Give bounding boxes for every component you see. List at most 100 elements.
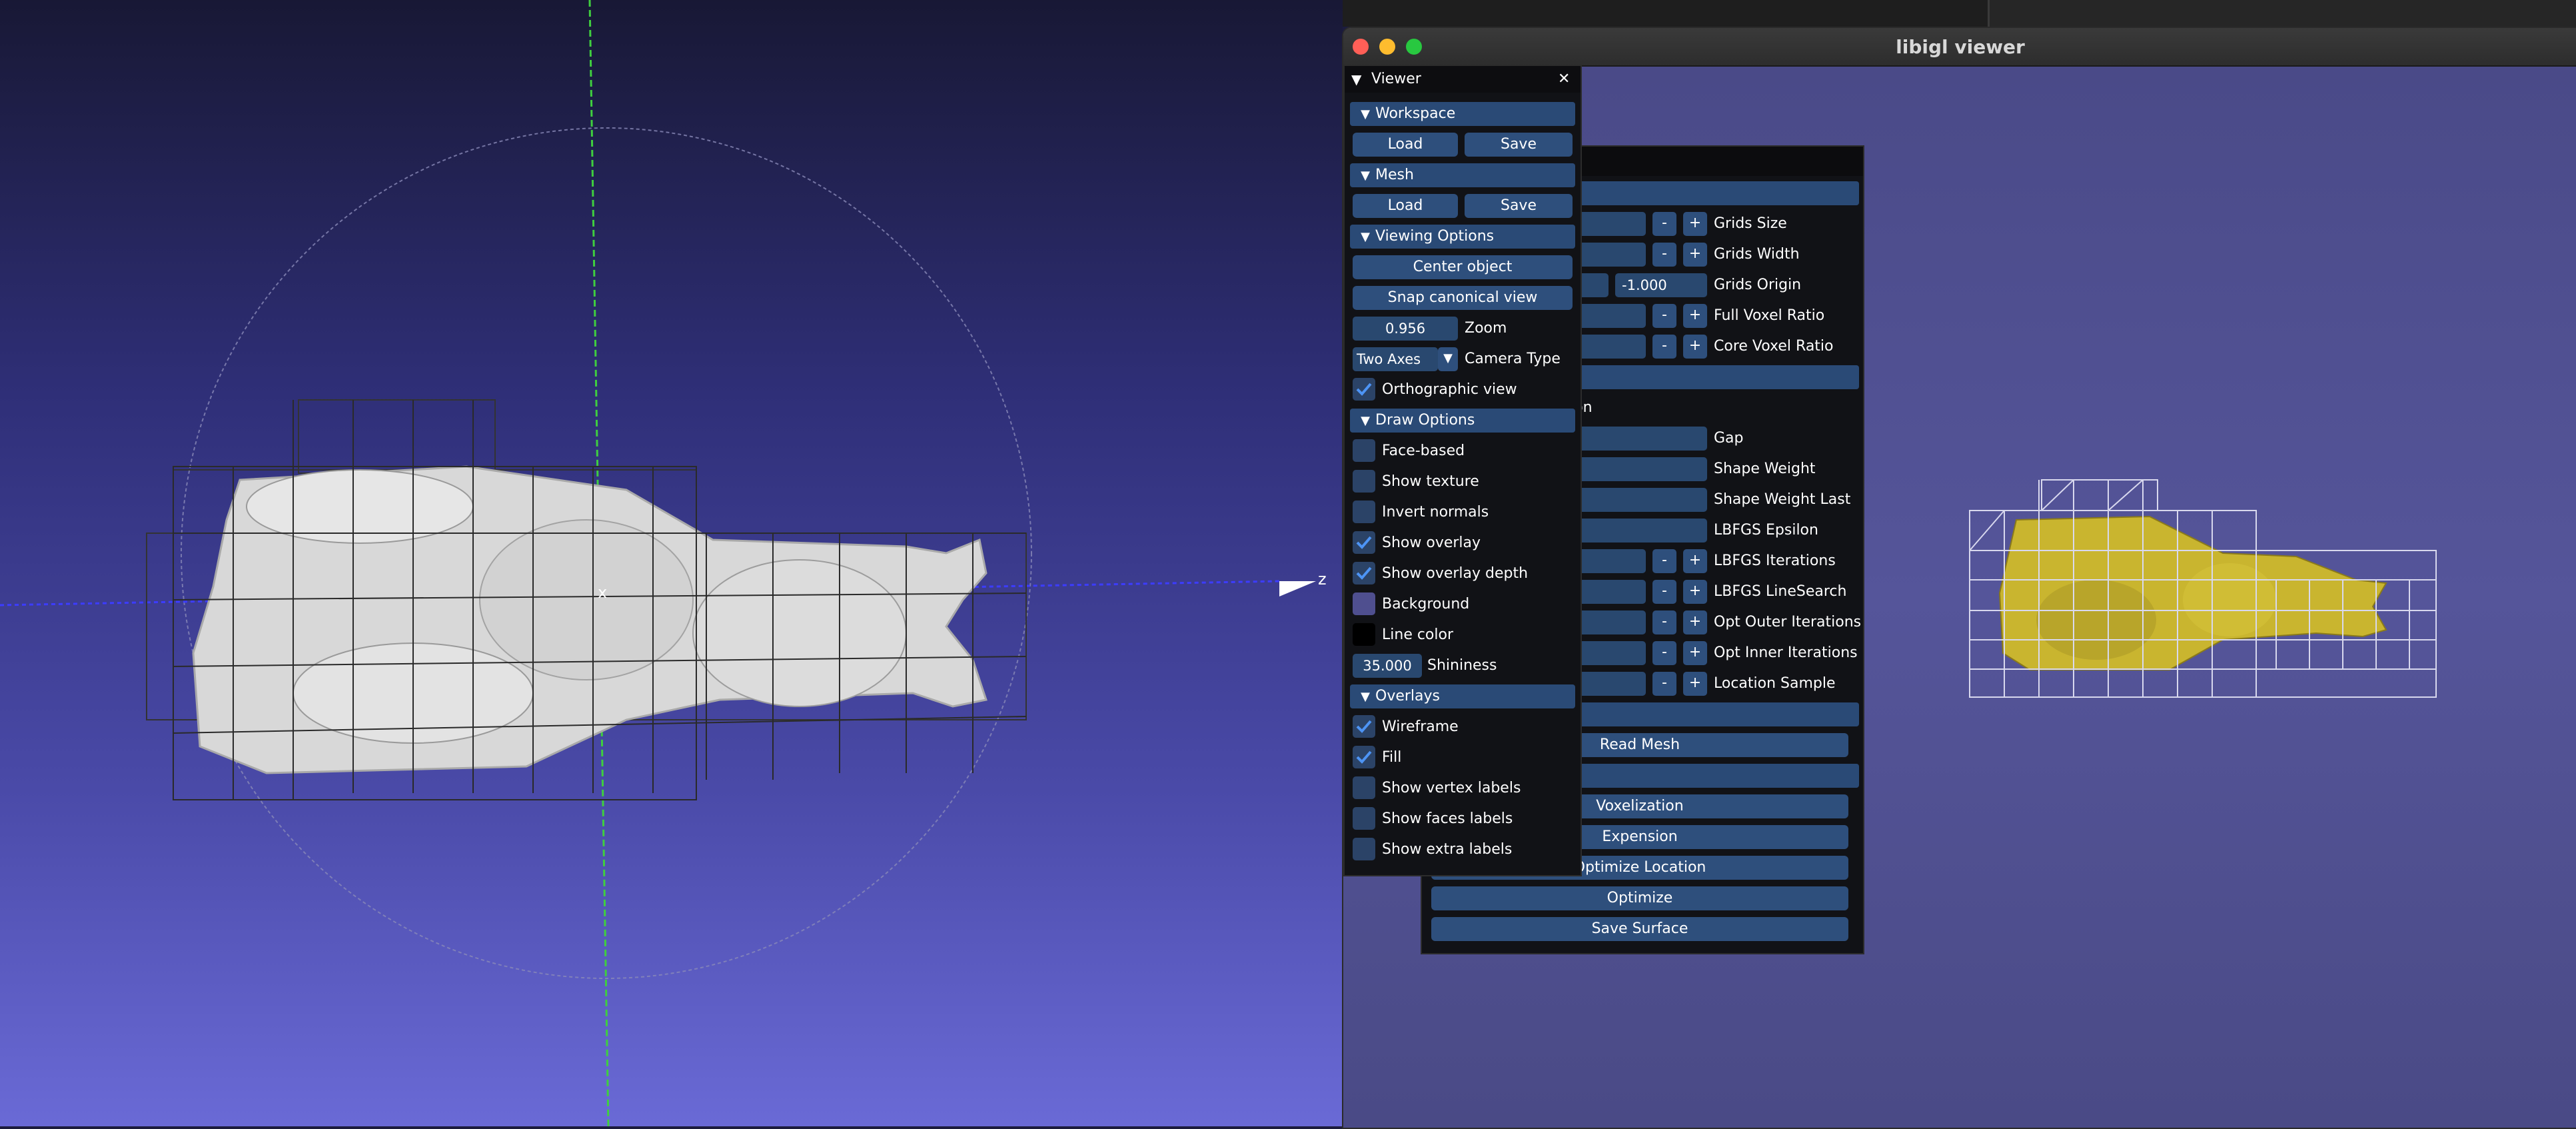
- lbfgs-iterations-label: LBFGS Iterations: [1714, 553, 1836, 569]
- orthographic-view-label: Orthographic view: [1382, 381, 1517, 398]
- face-based-label: Face-based: [1382, 443, 1465, 459]
- window-titlebar[interactable]: libigl viewer: [1343, 28, 2576, 67]
- lbfgs-iterations-minus[interactable]: -: [1652, 549, 1676, 573]
- show-vertex-labels-label: Show vertex labels: [1382, 780, 1521, 796]
- grids-origin-input[interactable]: -1.000: [1615, 273, 1707, 297]
- window-title: libigl viewer: [1896, 36, 2025, 58]
- workspace-header[interactable]: ▼ Workspace: [1350, 102, 1575, 126]
- workspace-save-button[interactable]: Save: [1465, 133, 1573, 157]
- background-window-strip: [1343, 0, 2576, 27]
- background-color-swatch[interactable]: [1353, 592, 1375, 615]
- wireframe-checkbox[interactable]: [1353, 715, 1375, 738]
- full-voxel-ratio-plus[interactable]: +: [1683, 304, 1707, 328]
- zoom-input[interactable]: 0.956: [1353, 317, 1458, 341]
- overlays-header[interactable]: ▼ Overlays: [1350, 684, 1575, 708]
- opt-outer-iterations-plus[interactable]: +: [1683, 610, 1707, 634]
- shape-weight-last-label: Shape Weight Last: [1714, 491, 1851, 508]
- fill-checkbox[interactable]: [1353, 746, 1375, 768]
- lbfgs-linesearch-label: LBFGS LineSearch: [1714, 583, 1847, 600]
- full-voxel-ratio-minus[interactable]: -: [1652, 304, 1676, 328]
- chevron-down-icon[interactable]: ▼: [1438, 347, 1458, 371]
- core-voxel-ratio-label: Core Voxel Ratio: [1714, 338, 1834, 355]
- snap-canonical-view-button[interactable]: Snap canonical view: [1353, 286, 1573, 310]
- background-window-edge: [1988, 0, 2576, 27]
- invert-normals-checkbox[interactable]: [1353, 501, 1375, 523]
- opt-outer-iterations-label: Opt Outer Iterations: [1714, 614, 1862, 630]
- show-overlay-checkbox[interactable]: [1353, 531, 1375, 554]
- grids-size-plus[interactable]: +: [1683, 212, 1707, 236]
- shape-weight-label: Shape Weight: [1714, 461, 1816, 477]
- viewing-options-header[interactable]: ▼ Viewing Options: [1350, 225, 1575, 249]
- location-sample-label: Location Sample: [1714, 675, 1836, 692]
- lbfgs-epsilon-label: LBFGS Epsilon: [1714, 522, 1818, 539]
- orthographic-view-checkbox[interactable]: [1353, 378, 1375, 401]
- mesh-shape: [192, 465, 987, 774]
- viewer-menu-titlebar[interactable]: ▼ Viewer ✕: [1345, 66, 1581, 93]
- collapse-triangle-icon: ▼: [1361, 107, 1370, 121]
- show-faces-labels-checkbox[interactable]: [1353, 807, 1375, 830]
- core-voxel-ratio-minus[interactable]: -: [1652, 335, 1676, 359]
- gap-label: Gap: [1714, 430, 1744, 447]
- collapse-triangle-icon: ▼: [1361, 690, 1370, 704]
- lbfgs-iterations-plus[interactable]: +: [1683, 549, 1707, 573]
- collapse-triangle-icon: ▼: [1361, 169, 1370, 183]
- collapse-triangle-icon[interactable]: ▼: [1351, 67, 1361, 91]
- lbfgs-linesearch-plus[interactable]: +: [1683, 580, 1707, 604]
- check-icon: [1356, 720, 1372, 733]
- check-icon: [1356, 383, 1372, 396]
- shininess-label: Shininess: [1427, 657, 1497, 674]
- center-object-button[interactable]: Center object: [1353, 255, 1573, 279]
- line-color-swatch[interactable]: [1353, 623, 1375, 646]
- save-surface-button[interactable]: Save Surface: [1431, 917, 1848, 941]
- face-based-checkbox[interactable]: [1353, 439, 1375, 462]
- check-icon: [1356, 750, 1372, 764]
- invert-normals-label: Invert normals: [1382, 504, 1489, 521]
- workspace-load-button[interactable]: Load: [1353, 133, 1458, 157]
- show-overlay-depth-checkbox[interactable]: [1353, 562, 1375, 584]
- show-extra-labels-checkbox[interactable]: [1353, 838, 1375, 860]
- collapse-triangle-icon: ▼: [1361, 230, 1370, 244]
- z-axis-arrow: [1279, 581, 1316, 596]
- location-sample-minus[interactable]: -: [1652, 672, 1676, 696]
- draw-options-header[interactable]: ▼ Draw Options: [1350, 409, 1575, 433]
- zoom-label: Zoom: [1465, 320, 1507, 337]
- grids-size-label: Grids Size: [1714, 215, 1787, 232]
- check-icon: [1356, 566, 1372, 580]
- grids-width-minus[interactable]: -: [1652, 243, 1676, 267]
- viewer-menu-panel[interactable]: ▼ Viewer ✕ ▼ Workspace Load Save ▼ Mesh Lo…: [1343, 65, 1582, 876]
- grids-size-minus[interactable]: -: [1652, 212, 1676, 236]
- background-label: Background: [1382, 596, 1470, 612]
- mesh-load-button[interactable]: Load: [1353, 194, 1458, 218]
- yellow-mesh: [1998, 515, 2387, 670]
- show-overlay-label: Show overlay: [1382, 535, 1481, 551]
- left-3d-viewport[interactable]: x z: [0, 0, 1343, 1126]
- optimize-button[interactable]: Optimize: [1431, 886, 1848, 910]
- opt-outer-iterations-minus[interactable]: -: [1652, 610, 1676, 634]
- core-voxel-ratio-plus[interactable]: +: [1683, 335, 1707, 359]
- lbfgs-linesearch-minus[interactable]: -: [1652, 580, 1676, 604]
- grids-width-label: Grids Width: [1714, 246, 1800, 263]
- show-faces-labels-label: Show faces labels: [1382, 810, 1513, 827]
- z-axis-label: z: [1318, 570, 1327, 588]
- show-vertex-labels-checkbox[interactable]: [1353, 776, 1375, 799]
- x-axis-label: x: [598, 583, 608, 602]
- show-texture-checkbox[interactable]: [1353, 470, 1375, 493]
- fill-label: Fill: [1382, 749, 1402, 766]
- check-icon: [1356, 536, 1372, 549]
- shininess-input[interactable]: 35.000: [1353, 654, 1422, 678]
- camera-type-select[interactable]: Two Axes: [1353, 347, 1438, 371]
- close-icon[interactable]: ✕: [1558, 67, 1570, 91]
- line-color-label: Line color: [1382, 626, 1454, 643]
- mesh-header[interactable]: ▼ Mesh: [1350, 163, 1575, 187]
- show-overlay-depth-label: Show overlay depth: [1382, 565, 1529, 582]
- opt-inner-iterations-minus[interactable]: -: [1652, 641, 1676, 665]
- location-sample-plus[interactable]: +: [1683, 672, 1707, 696]
- camera-type-label: Camera Type: [1465, 351, 1561, 367]
- wireframe-label: Wireframe: [1382, 718, 1459, 735]
- grids-width-plus[interactable]: +: [1683, 243, 1707, 267]
- mesh-save-button[interactable]: Save: [1465, 194, 1573, 218]
- show-extra-labels-label: Show extra labels: [1382, 841, 1513, 858]
- full-voxel-ratio-label: Full Voxel Ratio: [1714, 307, 1825, 324]
- opt-inner-iterations-plus[interactable]: +: [1683, 641, 1707, 665]
- viewer-menu-title: Viewer: [1371, 71, 1421, 87]
